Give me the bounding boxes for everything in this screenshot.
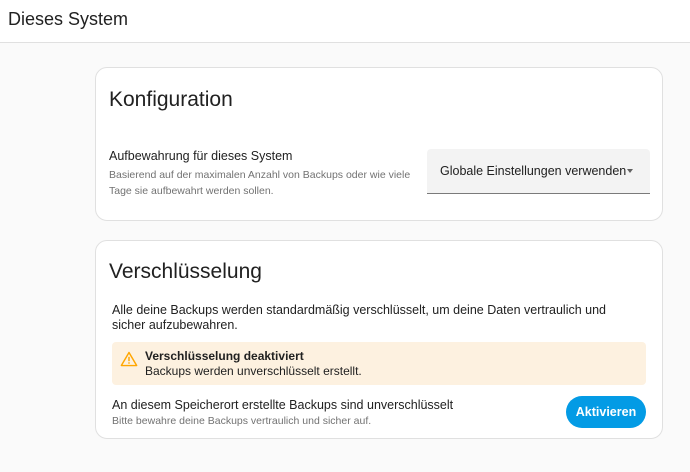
alert-text: Backups werden unverschlüsselt erstellt. xyxy=(145,364,362,378)
alert-title: Verschlüsselung deaktiviert xyxy=(145,349,304,363)
unencrypted-label: An diesem Speicherort erstellte Backups … xyxy=(112,398,454,412)
warning-icon xyxy=(120,351,138,367)
retention-description: Basierend auf der maximalen Anzahl von B… xyxy=(109,169,411,197)
encryption-card: Verschlüsselung Alle deine Backups werde… xyxy=(95,240,663,439)
top-app-bar: Dieses System xyxy=(0,0,690,43)
retention-select[interactable]: Globale Einstellungen verwenden xyxy=(427,149,650,194)
unencrypted-sublabel: Bitte bewahre deine Backups vertraulich … xyxy=(112,415,372,427)
configuration-card-title: Konfiguration xyxy=(109,88,233,111)
encryption-description: Alle deine Backups werden standardmäßig … xyxy=(112,303,607,332)
page-title: Dieses System xyxy=(8,9,129,29)
encryption-disabled-alert: Verschlüsselung deaktiviert Backups werd… xyxy=(112,342,646,385)
activate-button[interactable]: Aktivieren xyxy=(566,396,646,428)
configuration-card: Konfiguration Aufbewahrung für dieses Sy… xyxy=(95,67,663,221)
encryption-card-title: Verschlüsselung xyxy=(109,260,262,283)
retention-select-value: Globale Einstellungen verwenden xyxy=(440,164,627,178)
retention-label: Aufbewahrung für dieses System xyxy=(109,149,293,163)
chevron-down-icon xyxy=(627,169,633,173)
